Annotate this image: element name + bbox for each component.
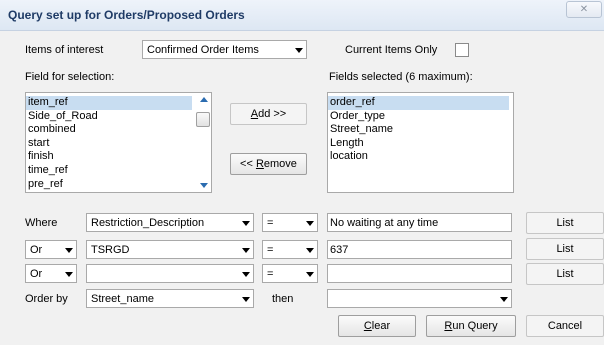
condition-value-field[interactable] (327, 264, 512, 283)
list-item[interactable]: order_ref (328, 96, 509, 110)
condition-connector-select[interactable]: Or (25, 240, 77, 259)
list-item[interactable]: item_ref (26, 96, 192, 110)
condition-operator-select[interactable]: = (262, 213, 318, 232)
query-dialog: Query set up for Orders/Proposed Orders … (0, 0, 604, 345)
list-button[interactable]: List (526, 212, 604, 234)
condition-value-input[interactable] (330, 215, 507, 230)
title-bar: Query set up for Orders/Proposed Orders … (0, 0, 604, 31)
condition-field-select[interactable]: Restriction_Description (86, 213, 254, 232)
remove-button[interactable]: << Remove (230, 153, 307, 175)
chevron-down-icon (242, 272, 250, 277)
scroll-up-icon[interactable] (200, 97, 208, 102)
run-query-button[interactable]: Run Query (426, 315, 516, 337)
scroll-down-icon[interactable] (200, 183, 208, 188)
list-item[interactable]: Street_name (328, 123, 513, 137)
cancel-button[interactable]: Cancel (526, 315, 604, 337)
chevron-down-icon (306, 272, 314, 277)
order-by-label: Order by (25, 293, 68, 305)
fields-selected-label: Fields selected (6 maximum): (329, 71, 473, 83)
add-button[interactable]: Add >> (230, 103, 307, 125)
close-icon: ✕ (579, 4, 589, 15)
condition-value-input[interactable] (330, 242, 507, 257)
field-for-selection-label: Field for selection: (25, 71, 115, 83)
chevron-down-icon (242, 297, 250, 302)
items-of-interest-select[interactable]: Confirmed Order Items (142, 40, 307, 59)
items-of-interest-label: Items of interest (25, 44, 104, 56)
then-label: then (272, 293, 294, 305)
clear-button[interactable]: Clear (338, 315, 416, 337)
scroll-thumb[interactable] (196, 112, 210, 127)
condition-value-input[interactable] (330, 266, 507, 281)
list-item[interactable]: combined (26, 123, 211, 137)
chevron-down-icon (65, 272, 73, 277)
dialog-title: Query set up for Orders/Proposed Orders (8, 8, 245, 22)
condition-value-field[interactable] (327, 213, 512, 232)
list-item[interactable]: finish (26, 150, 211, 164)
fields-selected-list[interactable]: order_ref Order_type Street_name Length … (327, 92, 514, 193)
chevron-down-icon (295, 48, 303, 53)
list-item[interactable]: Length (328, 137, 513, 151)
list-item[interactable]: Side_of_Road (26, 110, 211, 124)
chevron-down-icon (242, 221, 250, 226)
chevron-down-icon (306, 221, 314, 226)
where-label: Where (25, 217, 58, 229)
condition-connector-select[interactable]: Or (25, 264, 77, 283)
list-button[interactable]: List (526, 263, 604, 285)
chevron-down-icon (242, 248, 250, 253)
chevron-down-icon (65, 248, 73, 253)
list-item[interactable]: start (26, 137, 211, 151)
current-items-only-checkbox[interactable] (455, 43, 469, 57)
list-item[interactable]: location (328, 150, 513, 164)
current-items-only-label: Current Items Only (345, 44, 438, 56)
then-by-select[interactable] (327, 289, 512, 308)
list-item[interactable]: Order_type (328, 110, 513, 124)
chevron-down-icon (306, 248, 314, 253)
condition-field-select[interactable]: TSRGD (86, 240, 254, 259)
condition-operator-select[interactable]: = (262, 240, 318, 259)
list-item[interactable]: time_ref (26, 164, 211, 178)
list-item[interactable]: pre_ref (26, 178, 211, 192)
list-scrollbar[interactable] (196, 93, 211, 192)
list-button[interactable]: List (526, 238, 604, 260)
close-button[interactable]: ✕ (566, 1, 602, 18)
order-by-select[interactable]: Street_name (86, 289, 254, 308)
condition-value-field[interactable] (327, 240, 512, 259)
chevron-down-icon (500, 297, 508, 302)
condition-field-select[interactable] (86, 264, 254, 283)
condition-operator-select[interactable]: = (262, 264, 318, 283)
field-for-selection-list[interactable]: item_ref Side_of_Road combined start fin… (25, 92, 212, 193)
